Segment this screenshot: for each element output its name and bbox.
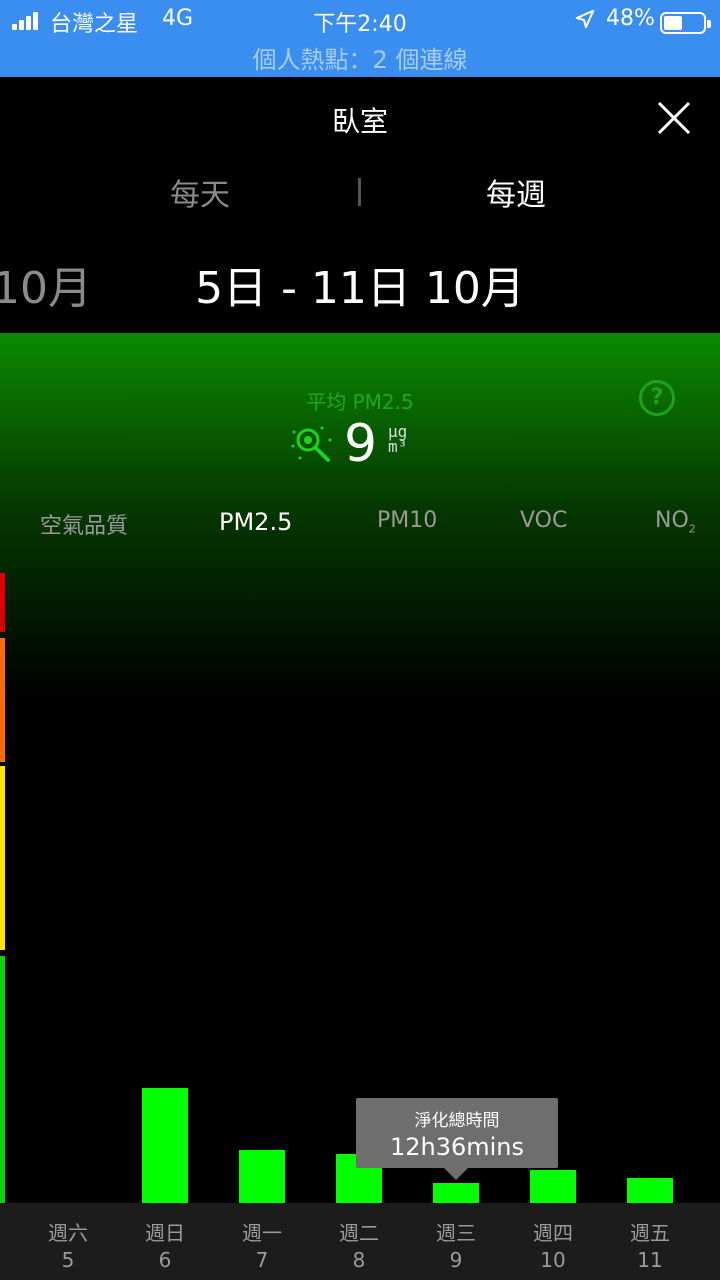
status-row: 台灣之星 4G 下午2:40 48% — [0, 6, 720, 37]
particle-magnifier-icon — [291, 426, 332, 462]
metric-tab-pm10[interactable]: PM10 — [377, 508, 437, 533]
day-label[interactable]: 週日 6 — [125, 1217, 205, 1272]
tooltip-value: 12h36mins — [389, 1133, 525, 1161]
battery-icon — [660, 12, 711, 34]
unit-label: μg m³ — [388, 422, 408, 456]
purify-time-tooltip: 淨化總時間 12h36mins — [356, 1098, 558, 1180]
current-date-range: 5日 - 11日 10月 — [195, 263, 525, 314]
room-title: 臥室 — [331, 105, 388, 138]
average-label: 平均 PM2.5 — [306, 390, 414, 414]
battery-percent: 48% — [606, 6, 655, 31]
bar-5[interactable] — [530, 1170, 576, 1203]
bar-2[interactable] — [239, 1150, 285, 1203]
day-label[interactable]: 週二 8 — [319, 1217, 399, 1272]
scale-segment — [0, 638, 5, 762]
day-axis: 週六 5 週日 6 週一 7 週二 8 週三 9 週四 10 週五 11 — [0, 1203, 720, 1280]
bar-6[interactable] — [627, 1178, 673, 1203]
day-label[interactable]: 週四 10 — [513, 1217, 593, 1272]
average-value: 9 — [344, 414, 378, 474]
day-label[interactable]: 週三 9 — [416, 1217, 496, 1272]
location-arrow-icon — [575, 9, 595, 29]
scale-segment — [0, 956, 5, 1203]
help-icon[interactable]: ? — [639, 380, 675, 416]
metric-tab-aqi[interactable]: 空氣品質 — [40, 508, 128, 540]
close-icon[interactable] — [654, 98, 694, 138]
bar-1[interactable] — [142, 1088, 188, 1203]
tab-divider — [358, 178, 361, 206]
scale-segment — [0, 766, 5, 950]
day-label[interactable]: 週六 5 — [28, 1217, 108, 1272]
scale-segment — [0, 573, 5, 632]
bar-4[interactable] — [433, 1183, 479, 1203]
tab-weekly[interactable]: 每週 — [486, 170, 546, 214]
hotspot-banner[interactable]: 個人熱點：2 個連線 — [0, 40, 720, 75]
metric-tab-no2[interactable]: NO2 — [655, 508, 696, 535]
metric-tab-pm25[interactable]: PM2.5 — [219, 508, 292, 536]
day-label[interactable]: 週五 11 — [610, 1217, 690, 1272]
tooltip-title: 淨化總時間 — [414, 1111, 500, 1131]
status-bar: 台灣之星 4G 下午2:40 48% 個人熱點：2 個連線 — [0, 0, 720, 77]
day-label[interactable]: 週一 7 — [222, 1217, 302, 1272]
tab-daily[interactable]: 每天 — [170, 170, 230, 214]
metric-tab-voc[interactable]: VOC — [520, 508, 567, 533]
